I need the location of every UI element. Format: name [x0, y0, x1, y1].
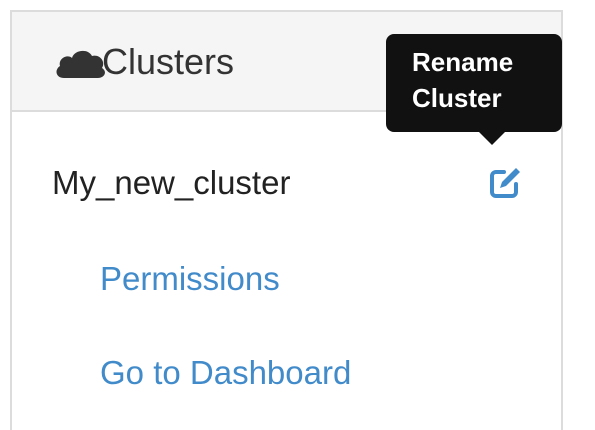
go-to-dashboard-link[interactable]: Go to Dashboard	[100, 352, 351, 394]
edit-icon[interactable]	[486, 164, 524, 202]
tooltip-arrow	[478, 131, 506, 145]
permissions-link[interactable]: Permissions	[100, 258, 280, 300]
rename-cluster-tooltip: Rename Cluster	[386, 34, 562, 132]
tooltip-line-2: Cluster	[412, 83, 502, 113]
cloud-icon	[56, 50, 105, 78]
panel-title: Clusters	[102, 41, 235, 82]
cluster-name: My_new_cluster	[52, 164, 291, 201]
tooltip-line-1: Rename	[412, 47, 514, 77]
